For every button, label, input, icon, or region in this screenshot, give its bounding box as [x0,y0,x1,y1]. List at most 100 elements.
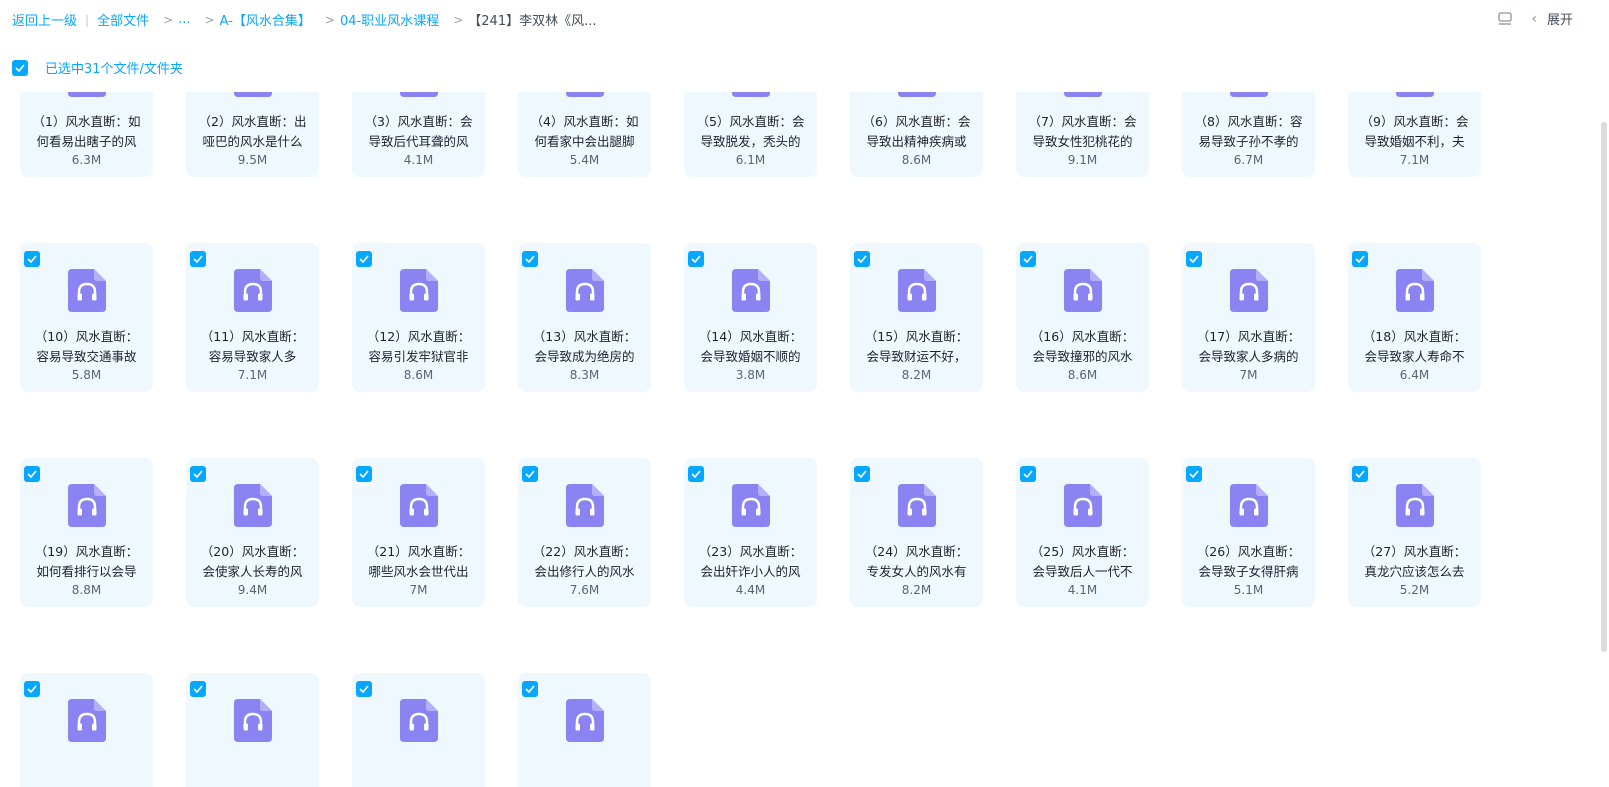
breadcrumb-level-1[interactable]: A-【风水合集】 [220,10,311,29]
file-card[interactable]: （1）风水直断：如 何看易出瞎子的风 6.3M [20,92,153,177]
file-card[interactable]: （22）风水直断： 会出修行人的风水 7.6M [518,458,651,607]
file-name: （12）风水直断： 容易引发牢狱官非 [362,327,475,367]
file-size: 6.3M [71,153,102,167]
file-card[interactable]: （21）风水直断： 哪些风水会世代出 7M [352,458,485,607]
file-card[interactable] [518,673,651,787]
audio-file-icon [732,484,770,527]
file-card[interactable]: （24）风水直断： 专发女人的风水有 8.2M [850,458,983,607]
file-name-line-1: （24）风水直断： [864,544,969,559]
file-card[interactable]: （11）风水直断： 容易导致家人多 7.1M [186,243,319,392]
file-card[interactable]: （19）风水直断： 如何看排行以会导 8.8M [20,458,153,607]
file-card[interactable]: （18）风水直断： 会导致家人寿命不 6.4M [1348,243,1481,392]
back-link[interactable]: 返回上一级 [12,10,77,29]
file-card[interactable] [186,673,319,787]
file-name: （4）风水直断：如 何看家中会出腿脚 [528,112,641,152]
file-card[interactable]: （23）风水直断： 会出奸诈小人的风 4.4M [684,458,817,607]
file-size: 5.2M [1399,583,1430,597]
file-checkbox[interactable] [1186,466,1202,482]
file-size: 6.7M [1233,153,1264,167]
file-checkbox[interactable] [356,681,372,697]
file-checkbox[interactable] [854,251,870,267]
file-checkbox[interactable] [24,251,40,267]
list-view-icon[interactable] [1497,11,1513,27]
audio-file-icon [898,269,936,312]
file-checkbox[interactable] [190,466,206,482]
file-name: （26）风水直断： 会导致子女得肝病 [1192,542,1305,582]
file-card[interactable]: （7）风水直断：会 导致女性犯桃花的 9.1M [1016,92,1149,177]
file-checkbox[interactable] [24,466,40,482]
file-name: （5）风水直断：会 导致脱发，秃头的 [694,112,807,152]
file-name-line-2: 导致出精神疾病或 [866,134,967,149]
file-checkbox[interactable] [24,681,40,697]
file-card[interactable]: （27）风水直断： 真龙穴应该怎么去 5.2M [1348,458,1481,607]
file-name: （23）风水直断： 会出奸诈小人的风 [694,542,807,582]
file-card[interactable]: （5）风水直断：会 导致脱发，秃头的 6.1M [684,92,817,177]
file-checkbox[interactable] [688,466,704,482]
file-card[interactable]: （9）风水直断：会 导致婚姻不利，夫 7.1M [1348,92,1481,177]
breadcrumb-all-files[interactable]: 全部文件 [97,10,149,29]
file-card[interactable]: （17）风水直断： 会导致家人多病的 7M [1182,243,1315,392]
expand-button[interactable]: ‹ 展开 [1531,9,1573,29]
file-name-line-1: （15）风水直断： [864,329,969,344]
file-checkbox[interactable] [1020,251,1036,267]
file-card[interactable]: （10）风水直断： 容易导致交通事故 5.8M [20,243,153,392]
file-checkbox[interactable] [522,681,538,697]
file-card[interactable] [352,673,485,787]
file-name-line-2: 专发女人的风水有 [866,564,967,579]
file-name: （15）风水直断： 会导致财运不好， [860,327,973,367]
file-name: （19）风水直断： 如何看排行以会导 [30,542,143,582]
file-card[interactable] [20,673,153,787]
file-card[interactable]: （6）风水直断：会 导致出精神疾病或 8.6M [850,92,983,177]
audio-file-icon [1064,269,1102,312]
file-size: 9.5M [237,153,268,167]
file-name-line-1: （10）风水直断： [34,329,139,344]
file-card[interactable]: （13）风水直断： 会导致成为绝房的 8.3M [518,243,651,392]
file-checkbox[interactable] [356,251,372,267]
file-name: （11）风水直断： 容易导致家人多 [196,327,309,367]
file-name: （6）风水直断：会 导致出精神疾病或 [860,112,973,152]
file-card[interactable]: （14）风水直断： 会导致婚姻不顺的 3.8M [684,243,817,392]
file-grid: （1）风水直断：如 何看易出瞎子的风 6.3M （2）风水直断：出 哑巴的风水是什么 9.… [20,92,1540,787]
file-checkbox[interactable] [854,466,870,482]
file-name-line-2: 如何看排行以会导 [36,564,137,579]
file-card[interactable]: （26）风水直断： 会导致子女得肝病 5.1M [1182,458,1315,607]
file-checkbox[interactable] [356,466,372,482]
audio-file-icon [1064,92,1102,97]
scrollbar[interactable] [1599,92,1609,787]
file-checkbox[interactable] [522,466,538,482]
file-card[interactable]: （4）风水直断：如 何看家中会出腿脚 5.4M [518,92,651,177]
file-card[interactable]: （8）风水直断：容 易导致子孙不孝的 6.7M [1182,92,1315,177]
file-name-line-1: （26）风水直断： [1196,544,1301,559]
file-checkbox[interactable] [1186,251,1202,267]
file-checkbox[interactable] [688,251,704,267]
file-card[interactable]: （12）风水直断： 容易引发牢狱官非 8.6M [352,243,485,392]
breadcrumb-ellipsis[interactable]: ... [178,12,190,27]
file-name-line-1: （9）风水直断：会 [1360,114,1469,129]
audio-file-icon [1396,269,1434,312]
file-checkbox[interactable] [190,251,206,267]
file-card[interactable]: （25）风水直断： 会导致后人一代不 4.1M [1016,458,1149,607]
file-card[interactable]: （20）风水直断： 会使家人长寿的风 9.4M [186,458,319,607]
file-checkbox[interactable] [1020,466,1036,482]
file-card[interactable]: （15）风水直断： 会导致财运不好， 8.2M [850,243,983,392]
file-name: （13）风水直断： 会导致成为绝房的 [528,327,641,367]
file-checkbox[interactable] [190,681,206,697]
file-card[interactable]: （3）风水直断：会 导致后代耳聋的风 4.1M [352,92,485,177]
scrollbar-thumb[interactable] [1601,122,1607,652]
audio-file-icon [68,92,106,97]
file-name-line-1: （20）风水直断： [200,544,305,559]
breadcrumb-level-2[interactable]: 04-职业风水课程 [340,10,439,29]
selection-bar: 已选中31个文件/文件夹 [12,58,183,77]
file-name-line-1: （17）风水直断： [1196,329,1301,344]
file-card[interactable]: （16）风水直断： 会导致撞邪的风水 8.6M [1016,243,1149,392]
file-size: 9.1M [1067,153,1098,167]
file-checkbox[interactable] [1352,466,1368,482]
file-name-line-2: 会出修行人的风水 [534,564,635,579]
audio-file-icon [1230,269,1268,312]
file-card[interactable]: （2）风水直断：出 哑巴的风水是什么 9.5M [186,92,319,177]
breadcrumb-chevron-icon: > [204,12,215,27]
file-checkbox[interactable] [522,251,538,267]
select-all-checkbox[interactable] [12,59,28,76]
file-checkbox[interactable] [1352,251,1368,267]
file-size: 4.4M [735,583,766,597]
